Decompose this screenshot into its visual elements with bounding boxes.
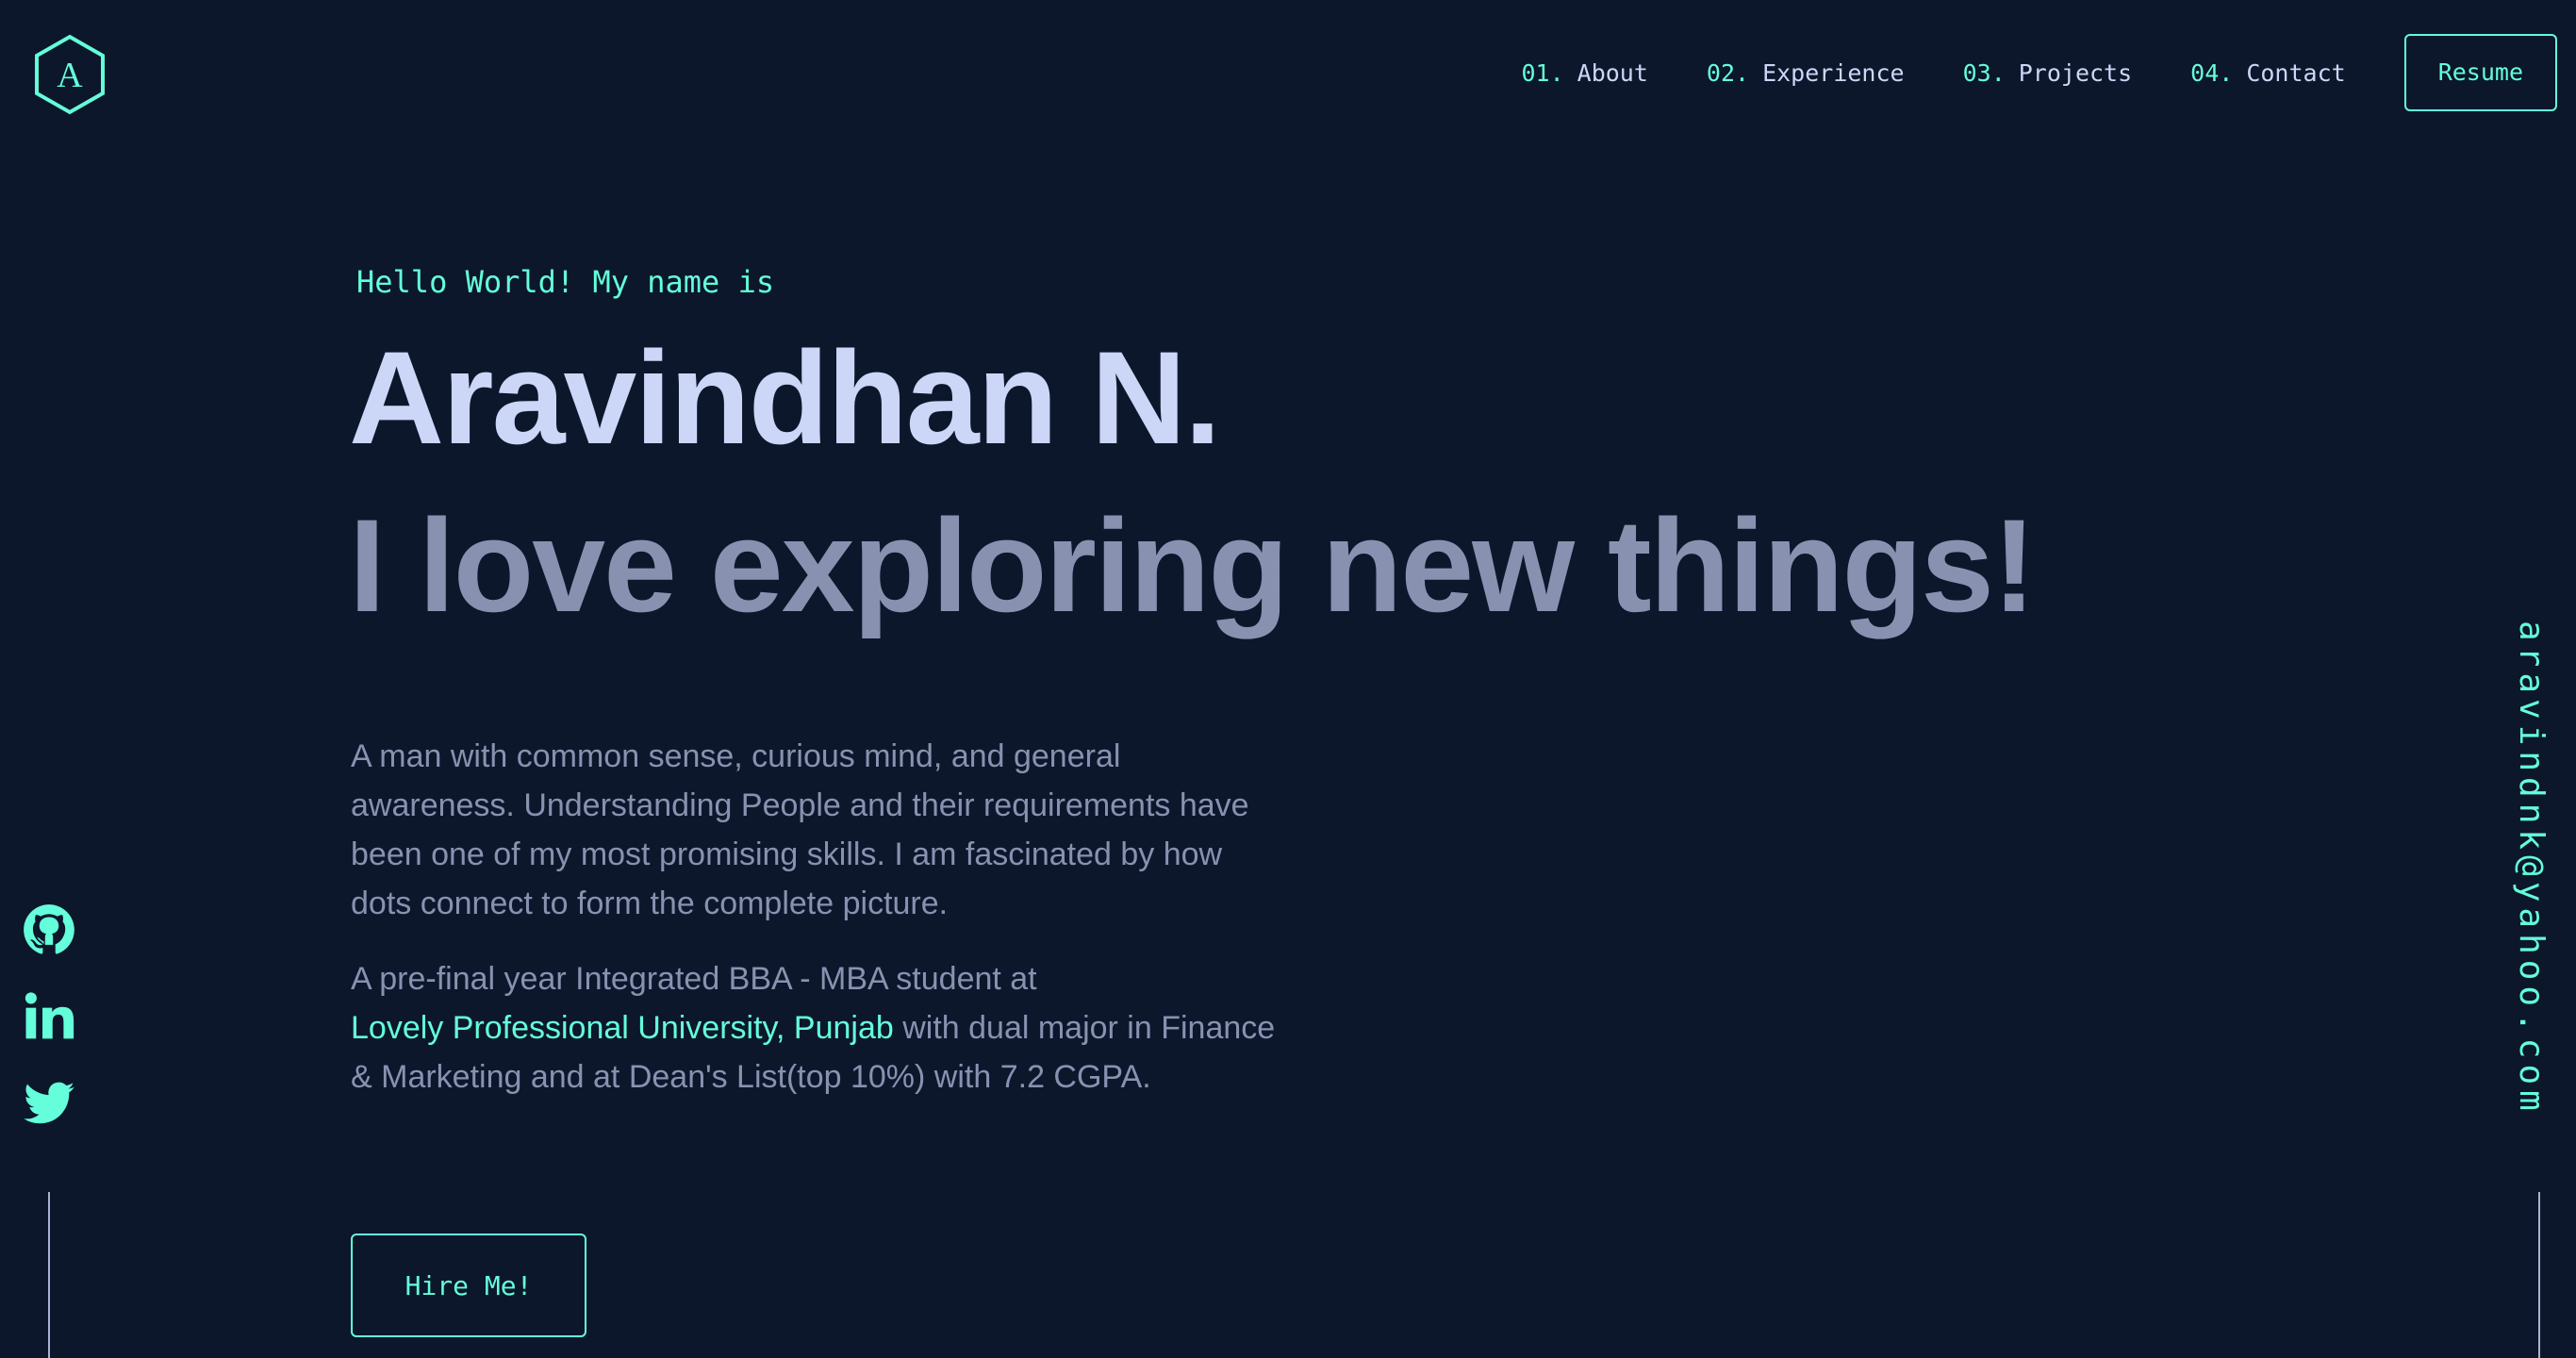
bio: A man with common sense, curious mind, a… <box>351 732 1313 1128</box>
bio-text: with dual major in Finance <box>893 1010 1276 1046</box>
bio-line: Lovely Professional University, Punjab w… <box>351 1003 1313 1052</box>
bio-paragraph-1: A man with common sense, curious mind, a… <box>351 732 1313 928</box>
linkedin-icon <box>25 992 74 1039</box>
main-nav: 01. About 02. Experience 03. Projects 04. Co… <box>1522 34 2557 111</box>
nav-item-number: 01. <box>1521 58 1564 87</box>
nav-item-contact[interactable]: 04. Contact <box>2190 59 2346 87</box>
linkedin-link[interactable] <box>23 990 75 1043</box>
email-link[interactable]: aravindnk@yahoo.com <box>2512 621 2551 1117</box>
left-sidebar-line <box>48 1192 50 1358</box>
nav-item-number: 03. <box>1962 58 2006 87</box>
nav-item-projects[interactable]: 03. Projects <box>1963 59 2133 87</box>
university-link[interactable]: Lovely Professional University, Punjab <box>351 1010 894 1046</box>
logo[interactable]: A <box>34 34 106 115</box>
hexagon-logo-icon: A <box>35 34 105 115</box>
logo-letter: A <box>57 56 83 95</box>
bio-line: A pre-final year Integrated BBA - MBA st… <box>351 961 1037 997</box>
bio-line: & Marketing and at Dean's List(top 10%) … <box>351 1059 1151 1095</box>
right-sidebar-line <box>2538 1192 2540 1358</box>
nav-item-label: About <box>1577 58 1648 87</box>
bio-line: A man with common sense, curious mind, a… <box>351 738 1121 774</box>
bio-line: been one of my most promising skills. I … <box>351 836 1223 872</box>
resume-button[interactable]: Resume <box>2403 34 2557 111</box>
nav-item-experience[interactable]: 02. Experience <box>1707 59 1905 87</box>
github-link[interactable] <box>23 903 75 956</box>
twitter-link[interactable] <box>23 1077 75 1130</box>
nav-item-label: Experience <box>1762 58 1905 87</box>
nav-item-label: Contact <box>2246 58 2346 87</box>
hero-name: Aravindhan N. <box>349 323 1221 472</box>
nav-item-label: Projects <box>2018 58 2133 87</box>
social-links <box>23 903 75 1164</box>
twitter-icon <box>24 1082 74 1124</box>
hire-me-button[interactable]: Hire Me! <box>351 1234 586 1337</box>
nav-item-number: 04. <box>2190 58 2234 87</box>
github-icon <box>24 904 74 954</box>
bio-line: dots connect to form the complete pictur… <box>351 886 949 921</box>
greeting-text: Hello World! My name is <box>356 264 775 300</box>
nav-item-about[interactable]: 01. About <box>1522 59 1648 87</box>
hero-tagline: I love exploring new things! <box>349 491 2037 639</box>
bio-paragraph-2: A pre-final year Integrated BBA - MBA st… <box>351 954 1313 1101</box>
bio-line: awareness. Understanding People and thei… <box>351 787 1249 823</box>
nav-item-number: 02. <box>1706 58 1750 87</box>
